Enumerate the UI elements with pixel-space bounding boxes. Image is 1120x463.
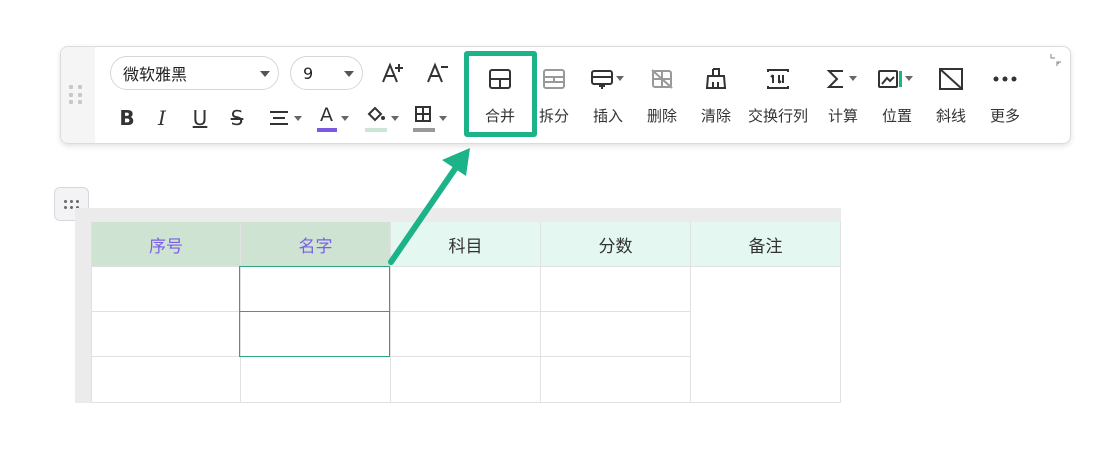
- annotation-arrow: [388, 148, 470, 265]
